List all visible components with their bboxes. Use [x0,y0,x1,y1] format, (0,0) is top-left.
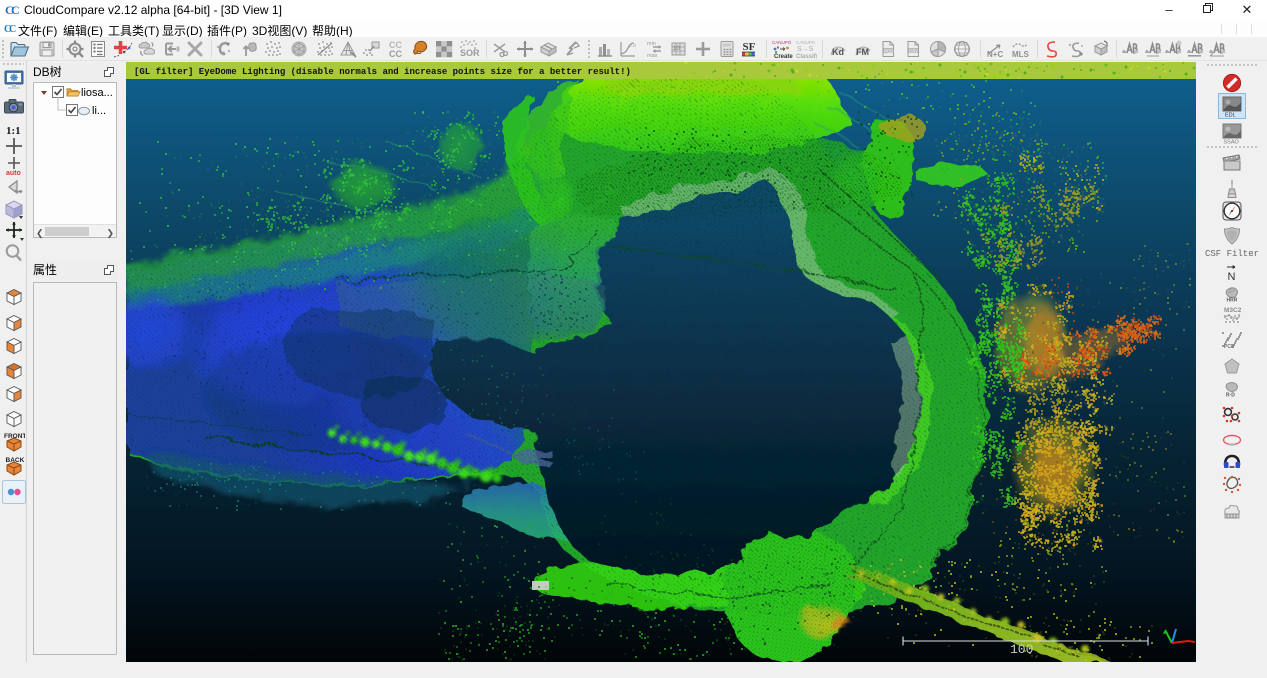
svg-text:C: C [9,24,16,34]
svg-text:p.o: p.o [629,43,636,49]
svg-text:PCD: PCD [884,48,894,53]
svg-text:li...: li... [92,105,106,117]
svg-text:Kd: Kd [832,47,844,57]
svg-text:S→S: S→S [797,46,814,53]
svg-text:CANUPO: CANUPO [772,40,792,45]
svg-text:max: max [647,53,658,59]
svg-text:FM: FM [856,47,869,57]
svg-text:C: C [11,3,20,17]
svg-text:SF: SF [743,41,756,53]
svg-text:MLS: MLS [1012,50,1030,59]
svg-text:10: 10 [673,46,680,52]
svg-text:100: 100 [1010,642,1033,657]
svg-text:N+C: N+C [987,50,1003,59]
svg-text:auto: auto [6,170,21,177]
svg-text:[GL filter] EyeDome Lighting (: [GL filter] EyeDome Lighting (disable no… [134,67,631,77]
svg-text:min: min [647,41,656,47]
svg-text:Classify: Classify [796,54,817,59]
svg-text:CC: CC [389,49,402,59]
svg-text:HRR: HRR [1227,298,1238,304]
svg-text:R·D: R·D [1226,393,1235,399]
svg-text:PCV: PCV [1224,344,1235,350]
svg-text:N: N [1228,271,1236,283]
svg-text:EDL: EDL [1225,113,1236,118]
svg-text:liosa...: liosa... [81,87,113,99]
svg-text:CANUPO: CANUPO [796,40,816,45]
svg-text:SOR: SOR [460,48,480,58]
svg-text:SSAO: SSAO [1224,140,1240,145]
svg-text:CSV: CSV [909,48,918,53]
svg-text:Create: Create [774,54,793,59]
svg-text:M3C2: M3C2 [1224,307,1242,314]
